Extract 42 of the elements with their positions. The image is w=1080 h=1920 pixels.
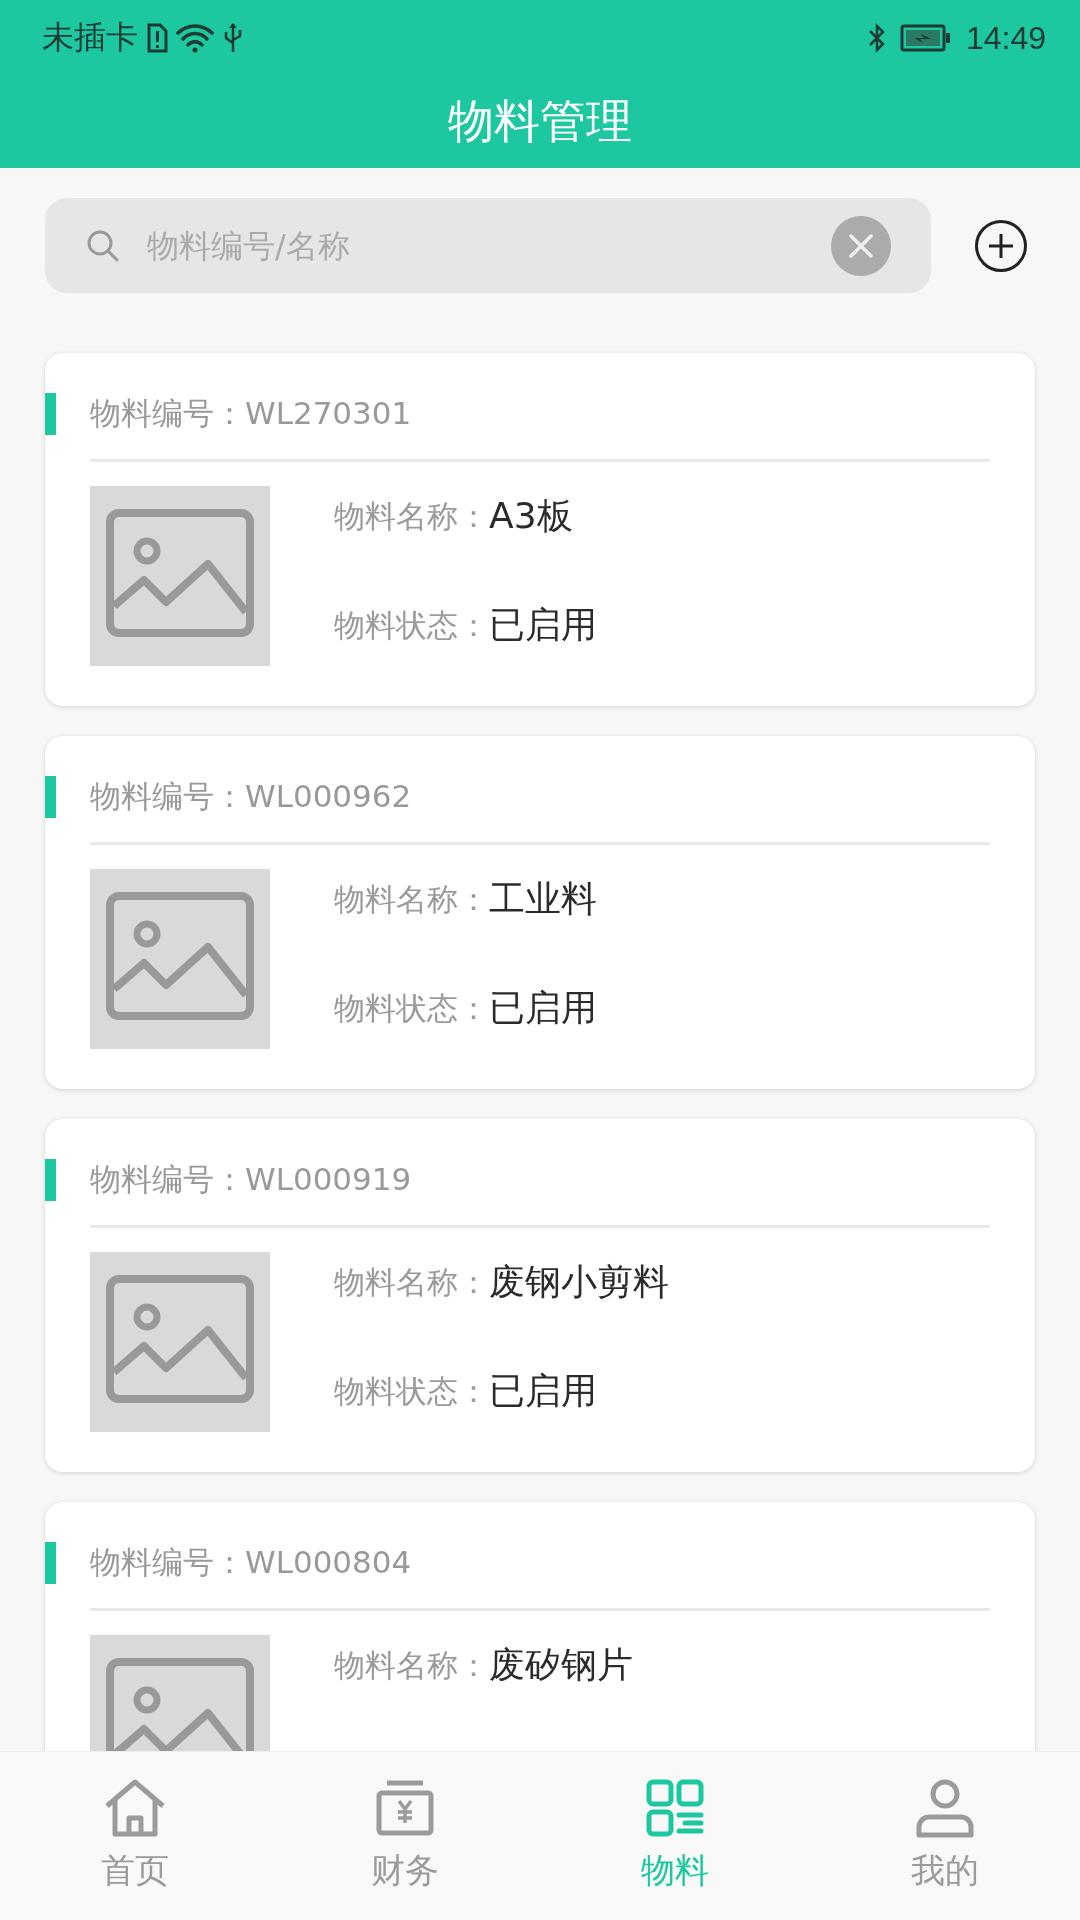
field-value: 已启用 xyxy=(489,986,597,1030)
field-label: 物料名称： xyxy=(334,1262,489,1302)
field-value: 已启用 xyxy=(489,603,597,647)
material-card[interactable]: 物料编号：WL000804 物料名称：废矽钢片 xyxy=(45,1502,1035,1751)
add-icon[interactable] xyxy=(974,218,1028,273)
image-placeholder-icon xyxy=(90,1252,270,1432)
material-card[interactable]: 物料编号：WL000919 物料名称：废钢小剪料 物料状态：已启用 xyxy=(45,1119,1035,1472)
image-placeholder-icon xyxy=(90,486,270,666)
search-field[interactable]: 物料编号/名称 xyxy=(45,198,931,293)
wallet-icon xyxy=(375,1778,435,1838)
usb-icon xyxy=(222,22,244,54)
field-value: 废矽钢片 xyxy=(489,1643,633,1687)
bluetooth-icon xyxy=(867,22,886,54)
material-code: 物料编号：WL270301 xyxy=(90,394,412,433)
material-code: 物料编号：WL000804 xyxy=(90,1543,412,1582)
page-title: 物料管理 xyxy=(448,93,632,150)
accent-bar xyxy=(45,776,56,818)
battery-charging-icon xyxy=(899,24,952,52)
material-code: 物料编号：WL000962 xyxy=(90,777,412,816)
material-card[interactable]: 物料编号：WL000962 物料名称：工业料 物料状态：已启用 xyxy=(45,736,1035,1089)
field-label: 物料名称： xyxy=(334,496,489,536)
wifi-icon xyxy=(176,23,214,53)
carrier-text: 未插卡 xyxy=(42,18,138,57)
field-label: 物料名称： xyxy=(334,1645,489,1685)
field-value: 废钢小剪料 xyxy=(489,1260,669,1304)
clock-text: 14:49 xyxy=(965,19,1046,57)
field-value: A3板 xyxy=(489,494,573,538)
image-placeholder-icon xyxy=(90,869,270,1049)
sim-alert-icon xyxy=(146,23,168,53)
field-value: 已启用 xyxy=(489,1369,597,1413)
field-value: 工业料 xyxy=(489,877,597,921)
material-code: 物料编号：WL000919 xyxy=(90,1160,412,1199)
accent-bar xyxy=(45,1159,56,1201)
accent-bar xyxy=(45,393,56,435)
search-icon xyxy=(85,228,121,264)
field-label: 物料状态： xyxy=(334,605,489,645)
grid-list-icon xyxy=(645,1778,705,1838)
field-label: 物料状态： xyxy=(334,1371,489,1411)
field-label: 物料名称： xyxy=(334,879,489,919)
accent-bar xyxy=(45,1542,56,1584)
material-card[interactable]: 物料编号：WL270301 物料名称：A3板 物料状态：已启用 xyxy=(45,353,1035,706)
field-label: 物料状态： xyxy=(334,988,489,1028)
